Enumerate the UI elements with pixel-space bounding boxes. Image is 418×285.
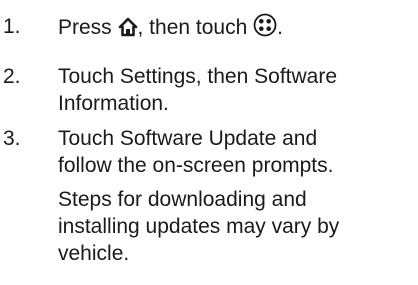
step-1-text-then: , then touch xyxy=(137,16,254,39)
note-line: installing updates may vary by xyxy=(58,215,340,238)
step-text-line: Information. xyxy=(58,92,169,115)
step-text: Press , then touch . xyxy=(58,13,416,44)
step-number: 1. xyxy=(3,15,21,38)
step-number: 2. xyxy=(3,65,21,88)
step-text-line: follow the on-screen prompts. xyxy=(58,154,334,177)
step-number: 3. xyxy=(3,127,21,150)
step-1-text-end: . xyxy=(277,16,283,39)
apps-icon xyxy=(253,13,277,44)
note-line: Steps for downloading and xyxy=(58,188,307,211)
note-line: vehicle. xyxy=(58,242,130,265)
step-text-line: Touch Settings, then Software xyxy=(58,65,337,88)
home-icon xyxy=(118,17,138,44)
step-1-text-press: Press xyxy=(58,16,118,39)
step-text-line: Touch Software Update and xyxy=(58,127,318,150)
